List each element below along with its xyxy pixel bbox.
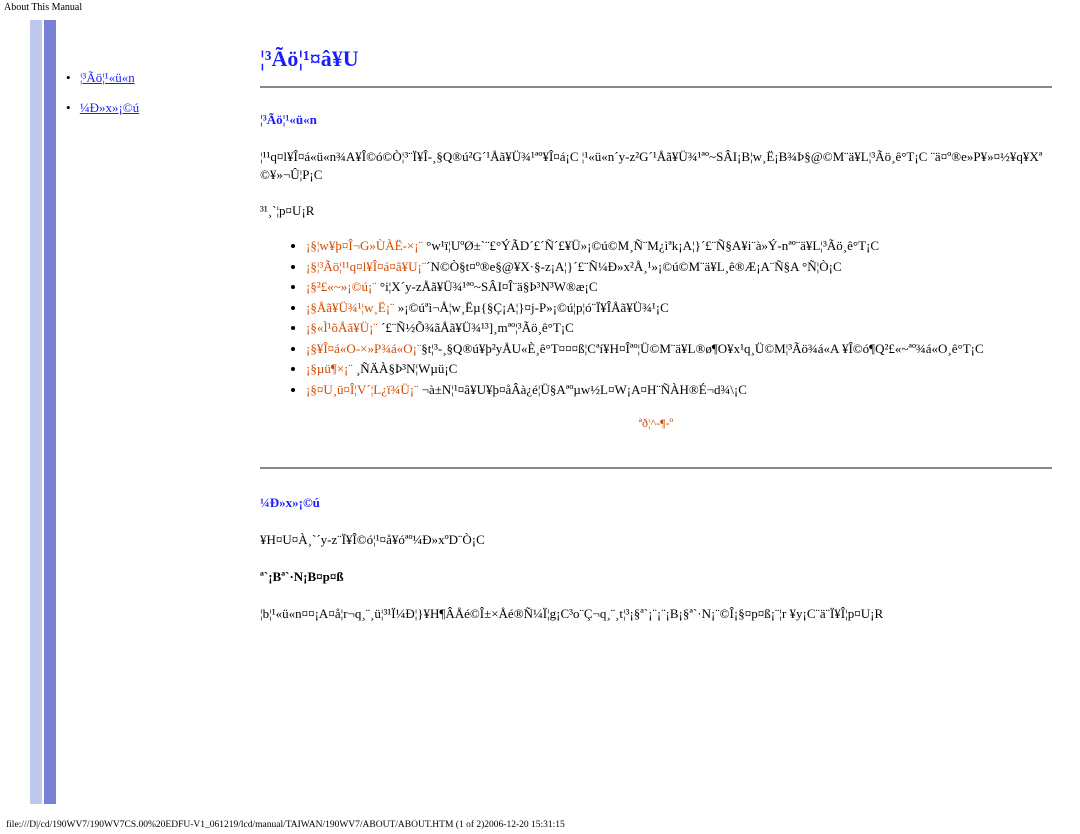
stripe-light — [30, 20, 42, 804]
list-item-hl: ¡§¥Î¤á«O-×»P¾á«O¡¨ — [306, 341, 421, 356]
list-item-tail: °i¦X´y-zÅã¥Ü¾¹ªº~SÂI¤Î¨ä§Þ³N³W®æ¡C — [377, 279, 598, 294]
list-item-tail: ¸ÑÄÀ§Þ³N¦Wµü¡C — [353, 361, 458, 376]
list-item-hl: ¡§¤U¸ü¤Î¦V´¦L¿ï¾Ü¡¨ — [306, 382, 418, 397]
list-item-tail: ¬à±N¦¹¤â¥U¥þ¤åÂà¿é¦Ü§Aªºµw½L¤W¡A¤H¨ÑÀH®É… — [418, 382, 746, 397]
list-item-hl: ¡§¦³Ãö¦¹¹q¤l¥Î¤á¤â¥U¡¨ — [306, 259, 426, 274]
bullet-icon: • — [66, 70, 71, 85]
section1-p1: ¦¹¹q¤l¥Î¤á«ü«n¾A¥Î©ó©Ò¦³¨Ï¥Î-¸§Q®ú²G´¹Åã… — [260, 148, 1052, 183]
list-item-tail: ´£¨Ñ½Õ¾ãÅã¥Ü¾¹³]¸mªº¦³Ãö¸ê°T¡C — [378, 320, 574, 335]
divider — [260, 86, 1052, 88]
list-item-hl: ¡§²£«~»¡©ú¡¨ — [306, 279, 377, 294]
page-title: ¦³Ãö¦¹¤â¥U — [260, 46, 1052, 72]
list-item: ¡§Åã¥Ü¾¹¦w¸Ë¡¨ »¡©úªì¬Å¦w¸Ëµ{§Ç¡A¦}¤j-P»… — [306, 299, 1052, 317]
list-item: ¡§«Ì¹õÅã¥Ü¡¨ ´£¨Ñ½Õ¾ãÅã¥Ü¾¹³]¸mªº¦³Ãö¸ê°… — [306, 319, 1052, 337]
section2-heading: ¼Ð»x»¡©ú — [260, 495, 1052, 511]
list-item: ¡§²£«~»¡©ú¡¨ °i¦X´y-zÅã¥Ü¾¹ªº~SÂI¤Î¨ä§Þ³… — [306, 278, 1052, 296]
content-list: ¡§¦w¥þ¤Î¬G»ÙÀË-×¡¨ °w¹ï¦UºØ±`¨£°ÝÃD´£´Ñ´… — [306, 237, 1052, 398]
list-item-hl: ¡§µü¶×¡¨ — [306, 361, 353, 376]
sidebar-item-1: • ¼Ð»x»¡©ú — [66, 100, 226, 116]
list-item-tail: ´N©Ò§t¤º®e§@¥X·§-z¡A¦}´£¨Ñ¼Ð»x²Å¸¹»¡©ú©M… — [426, 259, 841, 274]
list-item-hl: ¡§Åã¥Ü¾¹¦w¸Ë¡¨ — [306, 300, 394, 315]
page-corner-title: About This Manual — [4, 2, 82, 13]
section2-p2: ¦b¦¹«ü«n¤¤¡A¤å¦r¬q¸¨¸ü¦³¹Ï¼Ð¦}¥H¶ÂÅé©Î±×… — [260, 605, 1052, 623]
bullet-icon: • — [66, 100, 71, 115]
section1-p2: ³¹¸`¦p¤U¡R — [260, 203, 1052, 219]
list-item-tail: »¡©úªì¬Å¦w¸Ëµ{§Ç¡A¦}¤j-P»¡©ú¦p¦ó¨Ï¥ÎÅã¥Ü… — [394, 300, 668, 315]
list-item-tail: §t¦³-¸§Q®ú¥þ²yÅU«È¸ê°T¤¤¤ß¦Cªí¥H¤Îªº¦Ü©M… — [421, 341, 983, 356]
sidebar-link-notation[interactable]: ¼Ð»x»¡©ú — [80, 100, 139, 115]
list-item: ¡§¦³Ãö¦¹¹q¤l¥Î¤á¤â¥U¡¨´N©Ò§t¤º®e§@¥X·§-z… — [306, 258, 1052, 276]
section2-subheading: ª`¡Bª`·N¡B¤p¤ß — [260, 569, 1052, 585]
main-content: ¦³Ãö¦¹¤â¥U ¦³Ãö¦¹«ü«n ¦¹¹q¤l¥Î¤á«ü«n¾A¥Î… — [260, 46, 1052, 643]
section1-heading: ¦³Ãö¦¹«ü«n — [260, 112, 1052, 128]
list-item: ¡§µü¶×¡¨ ¸ÑÄÀ§Þ³N¦Wµü¡C — [306, 360, 1052, 378]
list-item-tail: °w¹ï¦UºØ±`¨£°ÝÃD´£´Ñ´£¥Ü»¡©ú©M¸Ñ¨M¿ìªk¡A… — [423, 238, 879, 253]
section2-p1: ¥H¤U¤À¸`´y-z¨Ï¥Î©ó¦¹¤å¥óªº¼Ð»xºD¨Ò¡C — [260, 531, 1052, 549]
list-item: ¡§¦w¥þ¤Î¬G»ÙÀË-×¡¨ °w¹ï¦UºØ±`¨£°ÝÃD´£´Ñ´… — [306, 237, 1052, 255]
sidebar-item-0: • ¦³Ãö¦¹«ü«n — [66, 70, 226, 86]
left-stripe-decor — [30, 20, 60, 804]
sidebar-nav: • ¦³Ãö¦¹«ü«n • ¼Ð»x»¡©ú — [66, 70, 226, 130]
footer-file-path: file:///D|/cd/190WV7/190WV7CS.00%20EDFU-… — [6, 820, 565, 830]
stripe-dark — [44, 20, 56, 804]
sidebar-link-guide[interactable]: ¦³Ãö¦¹«ü«n — [80, 70, 135, 85]
list-item-hl: ¡§¦w¥þ¤Î¬G»ÙÀË-×¡¨ — [306, 238, 423, 253]
back-to-top-link[interactable]: ªð¦^-¶-º — [260, 416, 1052, 431]
list-item-hl: ¡§«Ì¹õÅã¥Ü¡¨ — [306, 320, 378, 335]
list-item: ¡§¥Î¤á«O-×»P¾á«O¡¨§t¦³-¸§Q®ú¥þ²yÅU«È¸ê°T… — [306, 340, 1052, 358]
divider — [260, 467, 1052, 469]
list-item: ¡§¤U¸ü¤Î¦V´¦L¿ï¾Ü¡¨ ¬à±N¦¹¤â¥U¥þ¤åÂà¿é¦Ü… — [306, 381, 1052, 399]
